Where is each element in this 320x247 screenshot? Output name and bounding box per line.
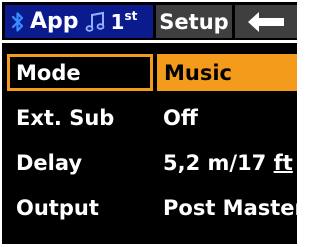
bluetooth-icon xyxy=(11,11,24,32)
menu-row-label: Output xyxy=(16,196,99,220)
arrow-left-icon xyxy=(248,11,284,32)
menu-row-output[interactable]: Output Post Master xyxy=(2,187,297,229)
tab-app[interactable]: App 1st xyxy=(5,5,153,38)
tab-bar: App 1st Setup xyxy=(2,2,297,40)
menu-row-value: Post Master xyxy=(163,196,297,220)
tab-app-label: App xyxy=(30,9,79,34)
back-button[interactable] xyxy=(235,5,297,38)
delay-value: 5,2 m/17 xyxy=(163,151,274,175)
menu-row-ext-sub[interactable]: Ext. Sub Off xyxy=(2,97,297,139)
tab-setup[interactable]: Setup xyxy=(156,5,232,38)
tab-divider xyxy=(2,40,297,43)
menu-row-mode[interactable]: Mode Music xyxy=(2,52,297,94)
menu-row-value: Off xyxy=(163,106,198,130)
profile-suffix: st xyxy=(124,9,138,23)
music-note-icon xyxy=(85,11,104,32)
menu-row-label: Delay xyxy=(16,151,83,175)
menu-row-label: Mode xyxy=(16,61,81,85)
profile-number: 1 xyxy=(110,10,125,34)
menu-row-value: Music xyxy=(164,61,232,85)
delay-unit: ft xyxy=(273,151,293,175)
menu-row-value: 5,2 m/17 ft xyxy=(163,142,293,184)
tab-setup-label: Setup xyxy=(159,9,229,34)
profile-indicator: 1st xyxy=(111,9,138,34)
device-screen: App 1st Setup Mode Music Ext. Sub Off De… xyxy=(2,2,297,244)
menu-row-delay[interactable]: Delay 5,2 m/17 ft xyxy=(2,142,297,184)
menu-row-label: Ext. Sub xyxy=(16,106,115,130)
